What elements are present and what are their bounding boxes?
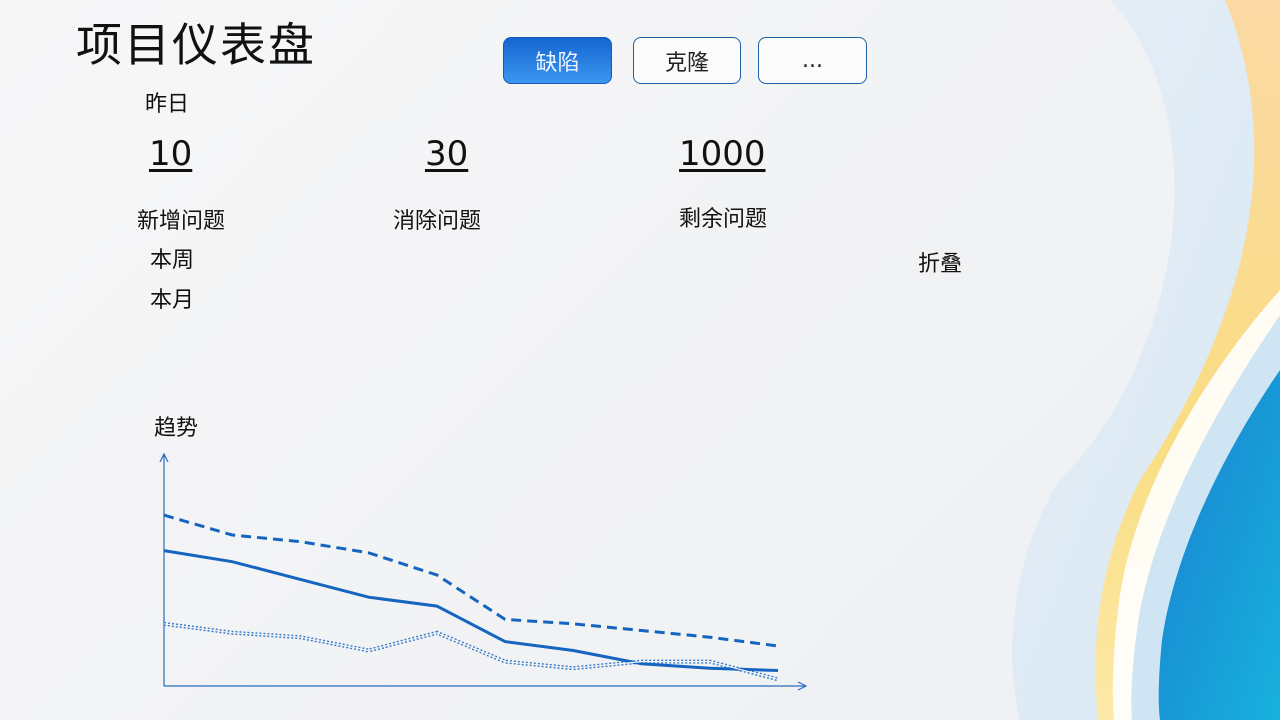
chart-series bbox=[163, 513, 779, 682]
page-title: 项目仪表盘 bbox=[76, 18, 316, 72]
metric-resolved-issues-value[interactable]: 30 bbox=[425, 134, 468, 174]
metric-new-issues-value[interactable]: 10 bbox=[149, 134, 192, 174]
series-line-dashed bbox=[163, 513, 779, 648]
dashboard-page: 项目仪表盘 缺陷 克隆 ... 昨日 本周 本月 10 30 1000 新增问题… bbox=[0, 0, 1280, 720]
tab-clone[interactable]: 克隆 bbox=[633, 37, 741, 84]
series-line-solid bbox=[163, 549, 779, 672]
series-line-double-dotted bbox=[163, 621, 779, 682]
collapse-toggle[interactable]: 折叠 bbox=[918, 246, 962, 278]
metric-resolved-issues-label: 消除问题 bbox=[393, 209, 482, 234]
period-this-month[interactable]: 本月 bbox=[150, 282, 194, 314]
trend-chart bbox=[159, 452, 808, 691]
metric-remaining-issues-value[interactable]: 1000 bbox=[679, 134, 766, 174]
metric-remaining-issues-label: 剩余问题 bbox=[679, 207, 768, 232]
metric-new-issues-label: 新增问题 bbox=[137, 209, 226, 234]
period-yesterday[interactable]: 昨日 bbox=[145, 86, 189, 118]
period-this-week[interactable]: 本周 bbox=[150, 242, 194, 274]
tab-defect[interactable]: 缺陷 bbox=[503, 37, 612, 84]
chart-axes bbox=[159, 452, 808, 691]
trend-heading: 趋势 bbox=[154, 416, 199, 441]
tab-more[interactable]: ... bbox=[758, 37, 867, 84]
